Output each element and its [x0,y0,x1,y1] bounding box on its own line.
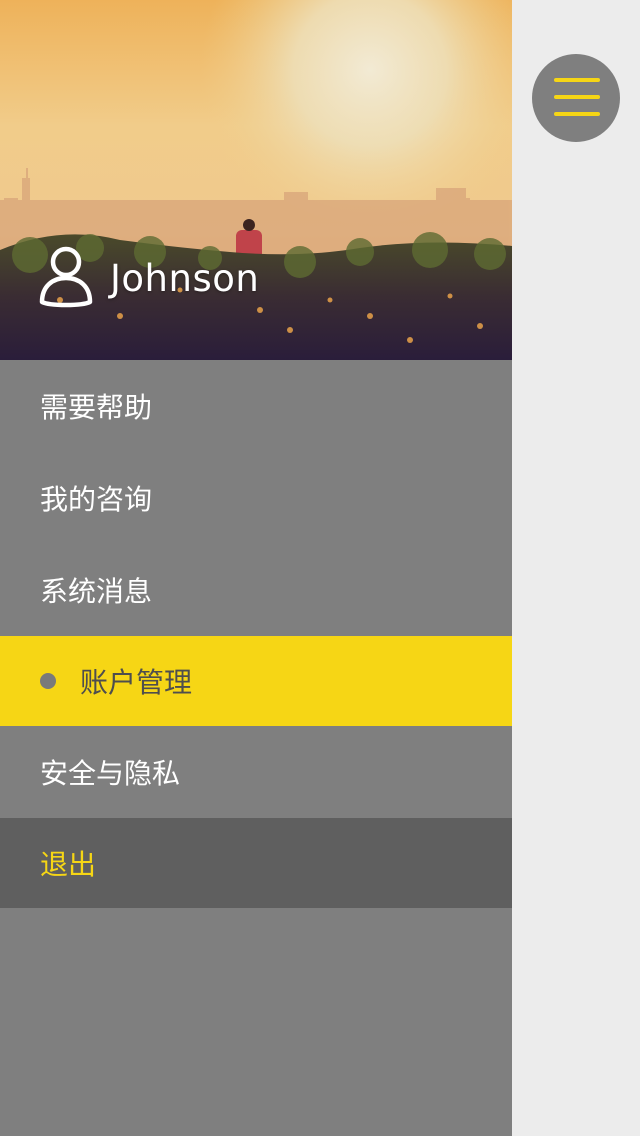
drawer-menu: 需要帮助 我的咨询 系统消息 账户管理 安全与隐私 退出 [0,360,512,908]
user-icon [39,246,93,308]
menu-item-system-messages[interactable]: 系统消息 [0,544,512,636]
menu-item-security-privacy[interactable]: 安全与隐私 [0,726,512,818]
hamburger-menu-button[interactable] [532,54,620,142]
menu-item-label: 我的咨询 [40,483,153,516]
menu-item-label: 账户管理 [80,666,193,699]
menu-item-label: 系统消息 [40,575,153,608]
menu-item-label: 需要帮助 [40,391,153,424]
menu-item-label: 安全与隐私 [40,757,181,790]
menu-item-account-management[interactable]: 账户管理 [0,636,512,726]
active-indicator-dot [40,673,56,689]
menu-item-label: 退出 [40,848,97,881]
side-drawer: Johnson 需要帮助 我的咨询 系统消息 账户管理 安全与隐私 退出 [0,0,512,1136]
menu-item-my-consultations[interactable]: 我的咨询 [0,452,512,544]
menu-item-help[interactable]: 需要帮助 [0,360,512,452]
profile-header: Johnson [0,0,512,360]
username[interactable]: Johnson [110,256,259,302]
menu-item-logout[interactable]: 退出 [0,818,512,908]
